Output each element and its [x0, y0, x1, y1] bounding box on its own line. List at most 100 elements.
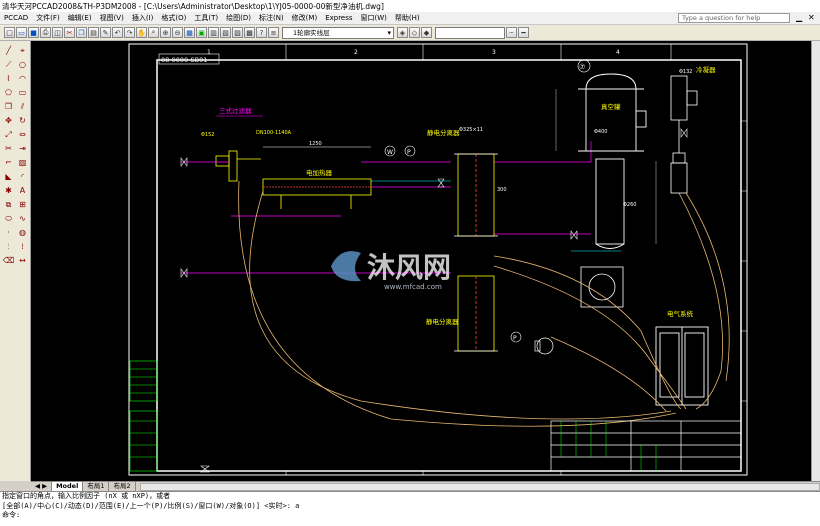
pan-icon[interactable]: ✋ — [136, 27, 147, 38]
menu-insert[interactable]: 插入(I) — [128, 13, 158, 23]
layer-manager-icon[interactable]: ≡ — [268, 27, 279, 38]
tab-layout2[interactable]: 布局2 — [109, 481, 136, 492]
dim-phi325: Φ325×11 — [459, 127, 483, 133]
construction-line-icon[interactable]: ⟋ — [3, 59, 14, 70]
help-icon[interactable]: ? — [256, 27, 267, 38]
copy-object-icon[interactable]: ❐ — [3, 101, 14, 112]
lineweight-icon[interactable]: ━ — [518, 27, 529, 38]
lengthen-icon[interactable]: ↔ — [17, 255, 28, 266]
horizontal-scrollbar[interactable] — [139, 482, 820, 491]
drawing-canvas[interactable]: 1 2 3 4 08-0000-SB01 三式过滤器 Φ152 电加热器 DN100-… — [31, 41, 811, 481]
menu-draw[interactable]: 绘图(D) — [222, 13, 255, 23]
menu-edit[interactable]: 编辑(E) — [64, 13, 96, 23]
move-icon[interactable]: ✥ — [3, 115, 14, 126]
zoom-window-icon[interactable]: ⊕ — [160, 27, 171, 38]
match-properties-icon[interactable]: ✎ — [100, 27, 111, 38]
chamfer-icon[interactable]: ◣ — [3, 171, 14, 182]
explode-icon[interactable]: ✱ — [3, 185, 14, 196]
stretch-icon[interactable]: ⇔ — [17, 129, 28, 140]
menu-format[interactable]: 格式(O) — [157, 13, 190, 23]
title-stamp: 08-0000-SB01 — [161, 56, 207, 64]
dim-phi132: Φ132 — [679, 69, 692, 75]
preview-icon[interactable]: ◫ — [52, 27, 63, 38]
sheet-set-icon[interactable]: ▧ — [220, 27, 231, 38]
trim-icon[interactable]: ✂ — [3, 143, 14, 154]
dim-1250: 1250 — [309, 141, 322, 147]
redo-icon[interactable]: ↷ — [124, 27, 135, 38]
vertical-scrollbar[interactable] — [811, 41, 820, 481]
extend-icon[interactable]: ⇥ — [17, 143, 28, 154]
tab-layout1[interactable]: 布局1 — [83, 481, 110, 492]
command-prompt[interactable]: 命令: — [2, 511, 820, 521]
standard-toolbar: □ ▭ ■ ⎙ ◫ ✂ ❐ ▤ ✎ ↶ ↷ ✋ ⌕ ⊕ ⊖ ▦ ▣ ▥ ▧ ▨ … — [0, 25, 820, 41]
menu-express[interactable]: Express — [321, 14, 356, 22]
menu-window[interactable]: 窗口(W) — [357, 13, 391, 23]
color-dropdown[interactable] — [435, 26, 505, 39]
offset-icon[interactable]: ⫶ — [3, 241, 14, 252]
bubble-w: W — [387, 149, 393, 156]
fillet-icon[interactable]: ◜ — [17, 171, 28, 182]
cut-icon[interactable]: ✂ — [64, 27, 75, 38]
layer-states-icon[interactable]: ◆ — [421, 27, 432, 38]
design-center-icon[interactable]: ▣ — [196, 27, 207, 38]
arc-icon[interactable]: ◠ — [17, 73, 28, 84]
erase-icon[interactable]: ⌫ — [3, 255, 14, 266]
hatch-icon[interactable]: ▨ — [17, 157, 28, 168]
menu-tools[interactable]: 工具(T) — [190, 13, 222, 23]
tab-model[interactable]: Model — [52, 481, 84, 492]
open-file-icon[interactable]: ▭ — [16, 27, 27, 38]
rotate-icon[interactable]: ↻ — [17, 115, 28, 126]
close-icon[interactable]: ✕ — [808, 13, 815, 23]
text-icon[interactable]: A — [17, 185, 28, 196]
insert-block-icon[interactable]: ⊞ — [17, 199, 28, 210]
print-icon[interactable]: ⎙ — [40, 27, 51, 38]
layer-previous-icon[interactable]: ◇ — [409, 27, 420, 38]
region-icon[interactable]: ◍ — [17, 227, 28, 238]
window-title-bar: 清华天河PCCAD2008&TH-P3DM2008 - [C:\Users\Ad… — [0, 0, 820, 12]
calculator-icon[interactable]: ▩ — [244, 27, 255, 38]
frame-ticks — [741, 120, 747, 402]
mirror-icon[interactable]: ⫽ — [17, 101, 28, 112]
copy-icon[interactable]: ❐ — [76, 27, 87, 38]
block-icon[interactable]: ⧉ — [3, 199, 14, 210]
svg-text:1: 1 — [207, 49, 211, 56]
label-triplex-filter: 三式过滤器 — [219, 106, 252, 115]
command-line[interactable]: 指定窗口的角点，输入比例因子 (nX 或 nXP)，或者 [全部(A)/中心(C… — [0, 491, 820, 526]
save-icon[interactable]: ■ — [28, 27, 39, 38]
polyline-icon[interactable]: ⌇ — [3, 73, 14, 84]
zoom-realtime-icon[interactable]: ⌕ — [148, 27, 159, 38]
menu-help[interactable]: 帮助(H) — [391, 13, 424, 23]
minimize-icon[interactable]: ▁ — [796, 13, 802, 23]
make-current-layer-icon[interactable]: ◈ — [397, 27, 408, 38]
linetype-icon[interactable]: ┄ — [506, 27, 517, 38]
zoom-icon[interactable]: ⌖ — [17, 45, 28, 56]
layer-dropdown[interactable]: 1轮廓实线层 — [282, 26, 394, 39]
pump — [534, 337, 554, 355]
help-search-input[interactable]: Type a question for help — [678, 13, 790, 23]
tab-nav-arrows[interactable]: ◀ ▶ — [31, 481, 53, 492]
menu-file[interactable]: 文件(F) — [32, 13, 64, 23]
menu-pccad[interactable]: PCCAD — [0, 14, 32, 22]
line-icon[interactable]: ╱ — [3, 45, 14, 56]
undo-icon[interactable]: ↶ — [112, 27, 123, 38]
menu-modify[interactable]: 修改(M) — [288, 13, 322, 23]
polygon-icon[interactable]: ⬠ — [3, 87, 14, 98]
array-icon[interactable]: ⁞ — [17, 241, 28, 252]
menu-view[interactable]: 视图(V) — [96, 13, 128, 23]
label-electrical-system: 电气系统 — [667, 309, 694, 318]
markup-icon[interactable]: ▨ — [232, 27, 243, 38]
zoom-previous-icon[interactable]: ⊖ — [172, 27, 183, 38]
menu-dimension[interactable]: 标注(N) — [255, 13, 288, 23]
new-file-icon[interactable]: □ — [4, 27, 15, 38]
tool-palettes-icon[interactable]: ▥ — [208, 27, 219, 38]
ellipse-icon[interactable]: ⬭ — [3, 213, 14, 224]
static-separator-bottom — [454, 275, 498, 352]
scale-icon[interactable]: ⤢ — [3, 129, 14, 140]
spline-icon[interactable]: ∿ — [17, 213, 28, 224]
circle-icon[interactable]: ○ — [17, 59, 28, 70]
break-icon[interactable]: ⌐ — [3, 157, 14, 168]
point-icon[interactable]: · — [3, 227, 14, 238]
rectangle-icon[interactable]: ▭ — [17, 87, 28, 98]
paste-icon[interactable]: ▤ — [88, 27, 99, 38]
properties-icon[interactable]: ▦ — [184, 27, 195, 38]
